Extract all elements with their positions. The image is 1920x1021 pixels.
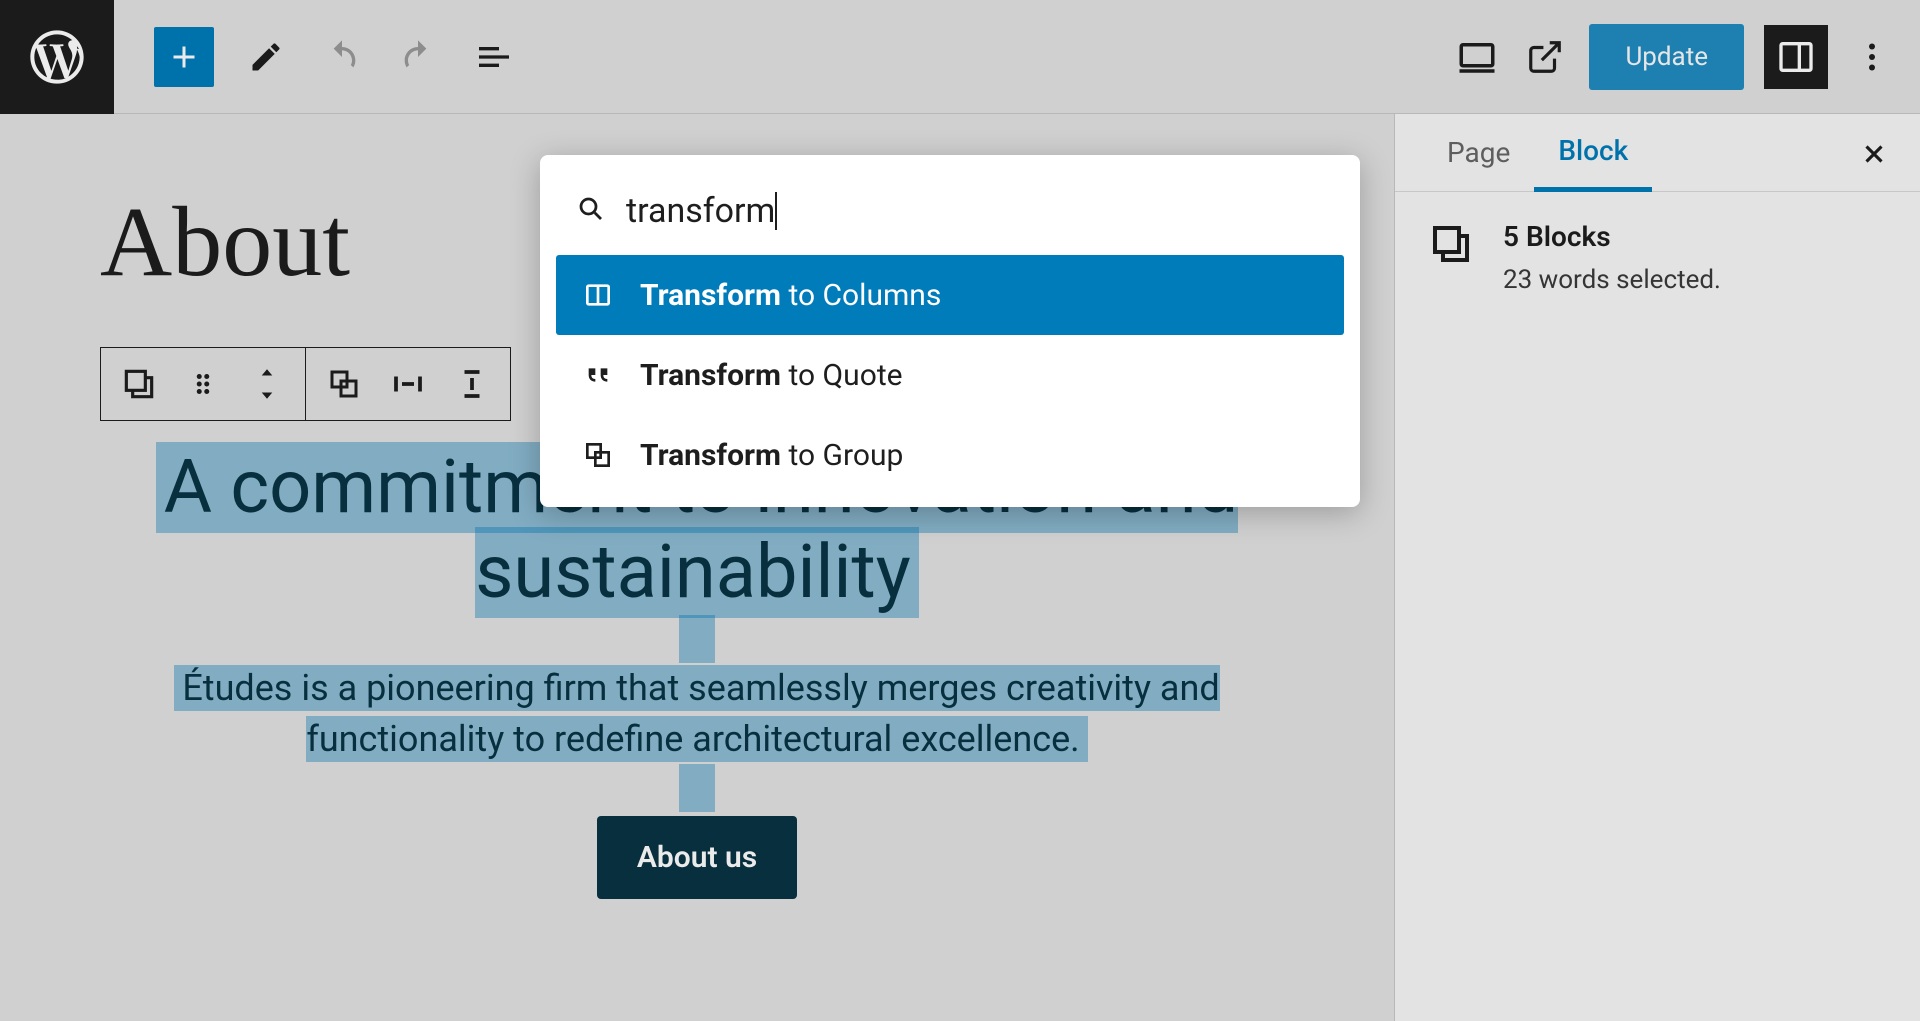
search-icon bbox=[576, 194, 606, 228]
editor-topbar: Update bbox=[0, 0, 1920, 114]
result-rest: to Columns bbox=[781, 278, 941, 313]
command-results: Transform to Columns Transform to Quote … bbox=[540, 255, 1360, 495]
settings-sidebar: Page Block 5 Blocks 23 words selected. bbox=[1394, 114, 1920, 1021]
block-inserter-button[interactable] bbox=[154, 27, 214, 87]
result-bold: Transform bbox=[640, 278, 781, 313]
row-icon[interactable] bbox=[388, 364, 428, 404]
block-toolbar bbox=[100, 347, 511, 421]
redo-button[interactable] bbox=[394, 33, 442, 81]
update-button[interactable]: Update bbox=[1589, 24, 1744, 90]
move-up-down-icon[interactable] bbox=[247, 364, 287, 404]
result-bold: Transform bbox=[640, 358, 781, 393]
drag-handle-icon[interactable] bbox=[183, 364, 223, 404]
tab-block[interactable]: Block bbox=[1534, 114, 1652, 192]
command-palette: transform Transform to Columns Transform… bbox=[540, 155, 1360, 507]
sidebar-tabs: Page Block bbox=[1395, 114, 1920, 192]
result-rest: to Group bbox=[781, 438, 903, 473]
block-count-title: 5 Blocks bbox=[1503, 220, 1721, 253]
settings-toggle-button[interactable] bbox=[1764, 25, 1828, 89]
columns-icon bbox=[580, 277, 616, 313]
button-block[interactable]: About us bbox=[597, 816, 797, 899]
block-selection-subtitle: 23 words selected. bbox=[1503, 265, 1721, 295]
toolbar-left bbox=[154, 27, 518, 87]
group-icon[interactable] bbox=[324, 364, 364, 404]
block-info-panel: 5 Blocks 23 words selected. bbox=[1395, 192, 1920, 323]
close-sidebar-button[interactable] bbox=[1856, 136, 1892, 172]
tab-page[interactable]: Page bbox=[1423, 116, 1534, 189]
tools-button[interactable] bbox=[242, 33, 290, 81]
result-bold: Transform bbox=[640, 438, 781, 473]
document-overview-button[interactable] bbox=[470, 33, 518, 81]
spacer-block[interactable] bbox=[679, 764, 715, 812]
wordpress-logo[interactable] bbox=[0, 0, 114, 114]
options-button[interactable] bbox=[1848, 33, 1896, 81]
view-button[interactable] bbox=[1453, 33, 1501, 81]
command-search-input[interactable]: transform bbox=[626, 191, 775, 231]
multi-block-icon bbox=[1427, 220, 1475, 268]
preview-button[interactable] bbox=[1521, 33, 1569, 81]
content-selection: A commitment to innovation and sustainab… bbox=[100, 445, 1294, 899]
toolbar-right: Update bbox=[1453, 24, 1896, 90]
result-transform-group[interactable]: Transform to Group bbox=[556, 415, 1344, 495]
group-icon bbox=[580, 437, 616, 473]
command-search-row: transform bbox=[540, 179, 1360, 255]
paragraph-block[interactable]: Études is a pioneering firm that seamles… bbox=[174, 665, 1219, 761]
quote-icon bbox=[580, 357, 616, 393]
result-rest: to Quote bbox=[781, 358, 903, 393]
result-transform-columns[interactable]: Transform to Columns bbox=[556, 255, 1344, 335]
result-transform-quote[interactable]: Transform to Quote bbox=[556, 335, 1344, 415]
block-type-icon[interactable] bbox=[119, 364, 159, 404]
stack-icon[interactable] bbox=[452, 364, 492, 404]
undo-button[interactable] bbox=[318, 33, 366, 81]
spacer-block[interactable] bbox=[679, 615, 715, 663]
